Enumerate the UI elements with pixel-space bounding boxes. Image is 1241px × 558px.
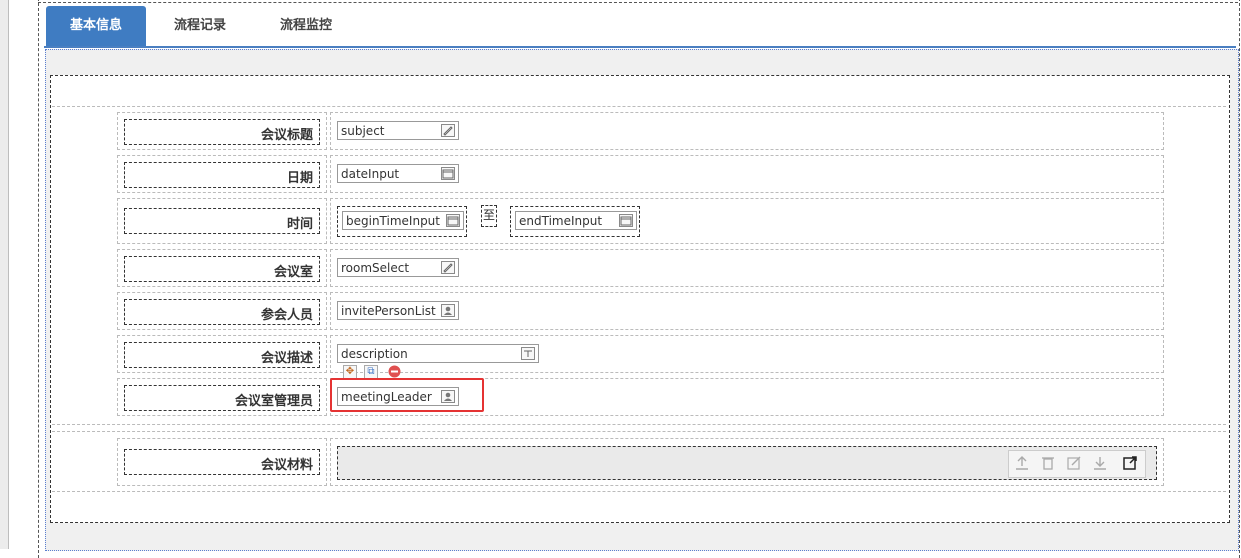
divider [52, 431, 1226, 432]
edit-icon [441, 261, 455, 274]
time-label: 时间 [286, 217, 313, 232]
label-cell-room: 会议室 [117, 249, 327, 287]
person-icon[interactable] [441, 304, 455, 317]
description-label: 会议描述 [260, 351, 313, 366]
subject-input[interactable]: subject [337, 121, 459, 140]
field-cell-description: description [330, 335, 1164, 373]
delete-icon[interactable] [387, 365, 401, 379]
room-select[interactable]: roomSelect [337, 258, 459, 277]
end-time-wrapper: endTimeInput [510, 206, 640, 237]
label-box: 会议材料 [124, 449, 320, 475]
label-box: 会议标题 [124, 119, 320, 145]
field-cell-attendees: invitePersonList [330, 292, 1164, 330]
date-label: 日期 [286, 171, 313, 186]
invite-person-input[interactable]: invitePersonList [337, 301, 459, 320]
begin-time-text: beginTimeInput [346, 214, 440, 228]
field-cell-materials [330, 438, 1164, 486]
edit-icon [441, 124, 455, 137]
attachment-toolbar [1008, 450, 1146, 478]
date-input[interactable]: dateInput [337, 164, 459, 183]
label-cell-manager: 会议室管理员 [117, 378, 327, 416]
open-external-icon[interactable] [1121, 455, 1139, 473]
label-box: 会议室管理员 [124, 385, 320, 411]
room-select-text: roomSelect [341, 261, 410, 275]
edit-icon[interactable] [1065, 455, 1083, 473]
manager-label: 会议室管理员 [234, 394, 313, 409]
calendar-icon[interactable] [441, 167, 455, 180]
field-cell-room: roomSelect [330, 249, 1164, 287]
calendar-icon[interactable] [446, 214, 460, 227]
label-cell-time: 时间 [117, 198, 327, 244]
label-cell-subject: 会议标题 [117, 112, 327, 150]
subject-label: 会议标题 [260, 128, 313, 143]
date-input-text: dateInput [341, 167, 400, 181]
label-box: 参会人员 [124, 299, 320, 325]
label-cell-description: 会议描述 [117, 335, 327, 373]
attachment-field [337, 446, 1157, 480]
field-cell-time: beginTimeInput 至 endTimeInput [330, 198, 1164, 244]
label-box: 会议描述 [124, 342, 320, 368]
room-label: 会议室 [273, 265, 313, 280]
tab-bar: 基本信息 流程记录 流程监控 [44, 6, 1236, 48]
tab-flow-monitor[interactable]: 流程监控 [256, 6, 356, 46]
calendar-icon[interactable] [619, 214, 633, 227]
top-frame-line [38, 2, 1238, 3]
field-cell-date: dateInput [330, 155, 1164, 193]
time-separator: 至 [481, 205, 497, 227]
upload-icon[interactable] [1013, 455, 1031, 473]
label-box: 会议室 [124, 256, 320, 282]
move-icon[interactable]: ✥ [343, 365, 357, 379]
invite-person-text: invitePersonList [341, 304, 436, 318]
divider [52, 424, 1226, 425]
label-cell-materials: 会议材料 [117, 438, 327, 486]
window-left-border [0, 0, 9, 549]
attendees-label: 参会人员 [260, 308, 313, 323]
tab-flow-records[interactable]: 流程记录 [152, 6, 248, 46]
copy-icon[interactable]: ⧉ [364, 365, 378, 379]
tab-basic-info[interactable]: 基本信息 [46, 6, 146, 46]
begin-time-wrapper: beginTimeInput [337, 206, 467, 237]
end-time-text: endTimeInput [519, 214, 603, 228]
trash-icon[interactable] [1039, 455, 1057, 473]
description-textarea[interactable]: description [337, 344, 539, 363]
text-field-icon [521, 347, 535, 360]
materials-label: 会议材料 [260, 458, 313, 473]
label-box: 时间 [124, 208, 320, 234]
field-cell-subject: subject [330, 112, 1164, 150]
divider [52, 106, 1226, 107]
description-text: description [341, 347, 408, 361]
label-cell-date: 日期 [117, 155, 327, 193]
begin-time-input[interactable]: beginTimeInput [342, 211, 464, 230]
download-icon[interactable] [1091, 455, 1109, 473]
selection-highlight [330, 378, 484, 412]
label-box: 日期 [124, 162, 320, 188]
subject-input-text: subject [341, 124, 385, 138]
label-cell-attendees: 参会人员 [117, 292, 327, 330]
end-time-input[interactable]: endTimeInput [515, 211, 637, 230]
divider [52, 491, 1226, 492]
